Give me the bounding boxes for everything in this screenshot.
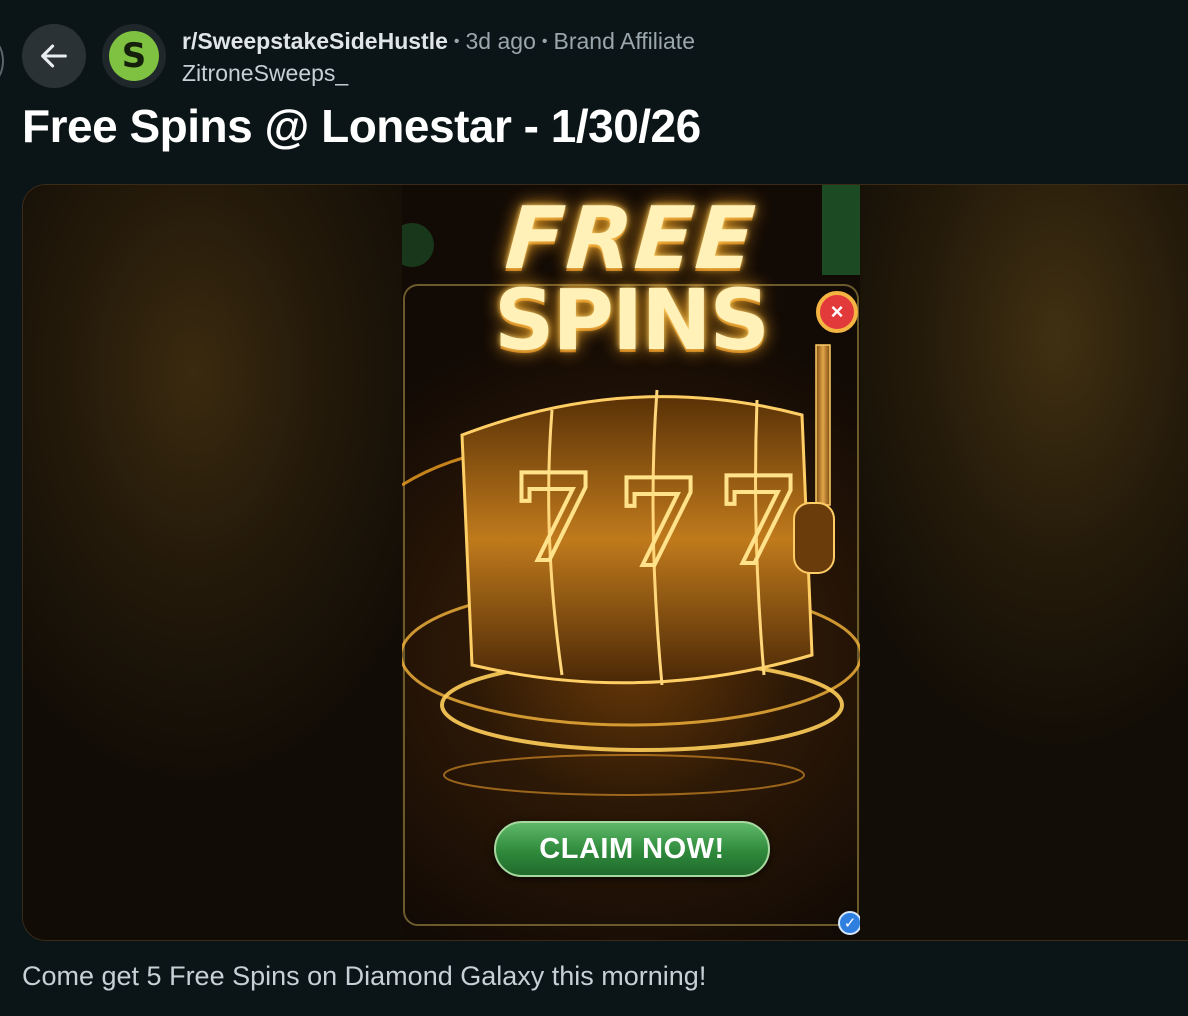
post-age: 3d ago [465, 28, 536, 54]
arrow-left-icon [41, 44, 67, 68]
post-media[interactable]: FREE SPINS 7 7 7 × CLAIM NOW! ✓ [22, 184, 1188, 941]
post-page: S r/SweepstakeSideHustle • 3d ago • Brand Af… [0, 0, 1188, 1016]
media-blur-left [23, 185, 403, 940]
subreddit-link[interactable]: r/SweepstakeSideHustle [182, 28, 448, 54]
avatar-letter: S [109, 31, 159, 81]
post-title: Free Spins @ Lonestar - 1/30/26 [22, 100, 701, 152]
close-icon[interactable]: × [816, 291, 858, 333]
user-flair: Brand Affiliate [553, 28, 695, 54]
subreddit-avatar[interactable]: S [102, 24, 166, 88]
post-body: Come get 5 Free Spins on Diamond Galaxy … [22, 961, 707, 991]
promo-image[interactable]: FREE SPINS 7 7 7 × CLAIM NOW! ✓ [402, 185, 860, 940]
claim-now-button[interactable]: CLAIM NOW! [494, 821, 770, 877]
media-blur-right [859, 185, 1188, 940]
separator-dot: • [541, 33, 548, 50]
author-username[interactable]: ZitroneSweeps_ [182, 58, 348, 88]
headline-spins: SPINS [493, 271, 770, 369]
back-button[interactable] [22, 24, 86, 88]
post-meta: r/SweepstakeSideHustle • 3d ago • Brand Affi… [182, 26, 695, 60]
check-icon: ✓ [838, 911, 860, 935]
separator-dot: • [453, 33, 460, 50]
side-nav-edge [0, 38, 4, 84]
